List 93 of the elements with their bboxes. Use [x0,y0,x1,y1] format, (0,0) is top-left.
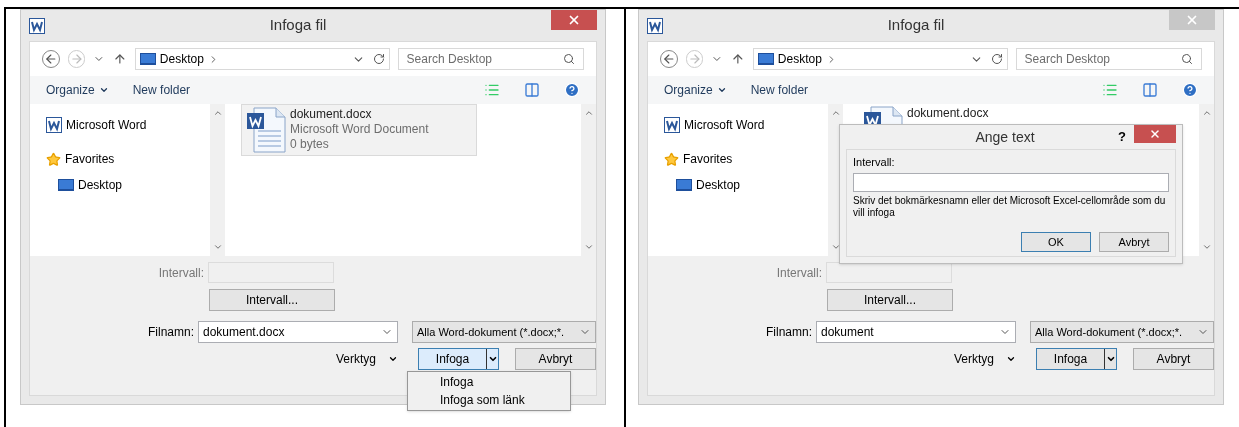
file-type-dropdown[interactable]: Alla Word-dokument (*.docx;*. [412,321,596,343]
search-icon [1181,53,1193,65]
file-name: dokument.docx [907,106,989,121]
help-icon[interactable] [1182,82,1198,98]
desktop-icon [58,179,74,191]
preview-pane-icon[interactable] [1142,82,1158,98]
caret-icon [716,85,727,95]
search-input[interactable]: Search Desktop [1024,50,1181,68]
dialog-title: Ange text [974,127,1036,147]
close-button[interactable] [551,10,597,30]
scroll-up-icon[interactable] [830,108,841,118]
cancel-button[interactable]: Avbryt [1099,232,1169,252]
file-name: dokument.docx [290,107,373,122]
interval-label: Intervall: [853,155,896,170]
address-bar[interactable]: Desktop [752,48,1008,70]
range-label: Intervall: [775,264,822,282]
hint-text: Skriv det bokmärkesnamn eller det Microsoft Excel-cellområde som du vill infoga [853,194,1167,219]
organize-button[interactable]: Organize [664,81,727,99]
file-item[interactable]: dokument.docx Microsoft Word Document 0 bytes [241,104,477,156]
scroll-up-icon[interactable] [1201,108,1212,118]
star-icon [46,151,61,167]
caret-icon [1006,354,1017,364]
refresh-icon[interactable] [372,53,385,65]
range-label: Intervall: [157,264,204,282]
filename-label: Filnamn: [765,324,812,341]
word-logo-icon [664,117,680,133]
file-type-dropdown[interactable]: Alla Word-dokument (*.docx;*. [1030,321,1214,343]
new-folder-button[interactable]: New folder [132,81,191,99]
close-icon [1149,128,1161,140]
filename-label: Filnamn: [147,324,194,341]
preview-pane-icon[interactable] [524,82,540,98]
address-bar[interactable]: Desktop [134,48,390,70]
nav-item[interactable]: Desktop [664,176,828,194]
filename-field[interactable]: dokument.docx [198,321,398,343]
up-icon[interactable] [113,52,127,66]
caret-icon [388,354,399,364]
nav-item[interactable]: Favorites [46,150,210,168]
scroll-down-icon[interactable] [583,242,594,252]
cancel-button[interactable]: Avbryt [515,348,596,370]
tools-button[interactable]: Verktyg [332,348,403,370]
caret-icon[interactable] [487,354,498,364]
insert-split-button[interactable]: Infoga [1036,348,1117,370]
close-icon [1185,13,1199,27]
search-field[interactable]: Search Desktop [1015,48,1202,70]
close-button[interactable] [1134,125,1176,143]
range-button[interactable]: Intervall... [827,289,953,311]
filename-field[interactable]: dokument [816,321,1016,343]
interval-field[interactable] [853,172,1169,192]
help-icon[interactable] [564,82,580,98]
desktop-icon [139,53,156,65]
scroll-up-icon[interactable] [212,108,223,118]
view-options-icon[interactable] [1102,82,1118,98]
nav-item[interactable]: Microsoft Word [664,116,828,134]
help-text[interactable]: ? [1110,127,1134,147]
document-icon [246,107,286,153]
search-input[interactable]: Search Desktop [406,50,563,68]
menu-item[interactable]: Infoga som länk [408,391,570,409]
scroll-up-icon[interactable] [583,108,594,118]
scroll-down-icon[interactable] [830,242,841,252]
word-logo-icon [46,117,62,133]
desktop-icon [676,179,692,191]
nav-item[interactable]: Desktop [46,176,210,194]
insert-split-button[interactable]: Infoga [418,348,499,370]
ok-button[interactable]: OK [1021,232,1091,252]
range-button[interactable]: Intervall... [209,289,335,311]
file-size: 0 bytes [290,137,330,152]
word-logo-icon [647,17,663,34]
close-icon [567,13,581,27]
nav-item[interactable]: Microsoft Word [46,116,210,134]
scroll-down-icon[interactable] [212,242,223,252]
cancel-button[interactable]: Avbryt [1133,348,1214,370]
search-icon [563,53,575,65]
close-button[interactable] [1169,10,1215,30]
file-type: Microsoft Word Document [290,122,429,137]
window-title: Infoga fil [268,15,328,36]
address-text: Desktop [159,51,204,68]
up-icon[interactable] [731,52,745,66]
tools-button[interactable]: Verktyg [950,348,1021,370]
window-title: Infoga fil [886,15,946,36]
caret-icon[interactable] [1105,354,1116,364]
scroll-down-icon[interactable] [1201,242,1212,252]
star-icon [664,151,679,167]
caret-icon [98,85,109,95]
organize-button[interactable]: Organize [46,81,109,99]
word-logo-icon [29,17,45,34]
new-folder-button[interactable]: New folder [750,81,809,99]
view-options-icon[interactable] [484,82,500,98]
search-field[interactable]: Search Desktop [397,48,584,70]
nav-item[interactable]: Favorites [664,150,828,168]
address-text: Desktop [777,51,822,68]
refresh-icon[interactable] [990,53,1003,65]
desktop-icon [757,53,774,65]
menu-item[interactable]: Infoga [408,373,570,391]
